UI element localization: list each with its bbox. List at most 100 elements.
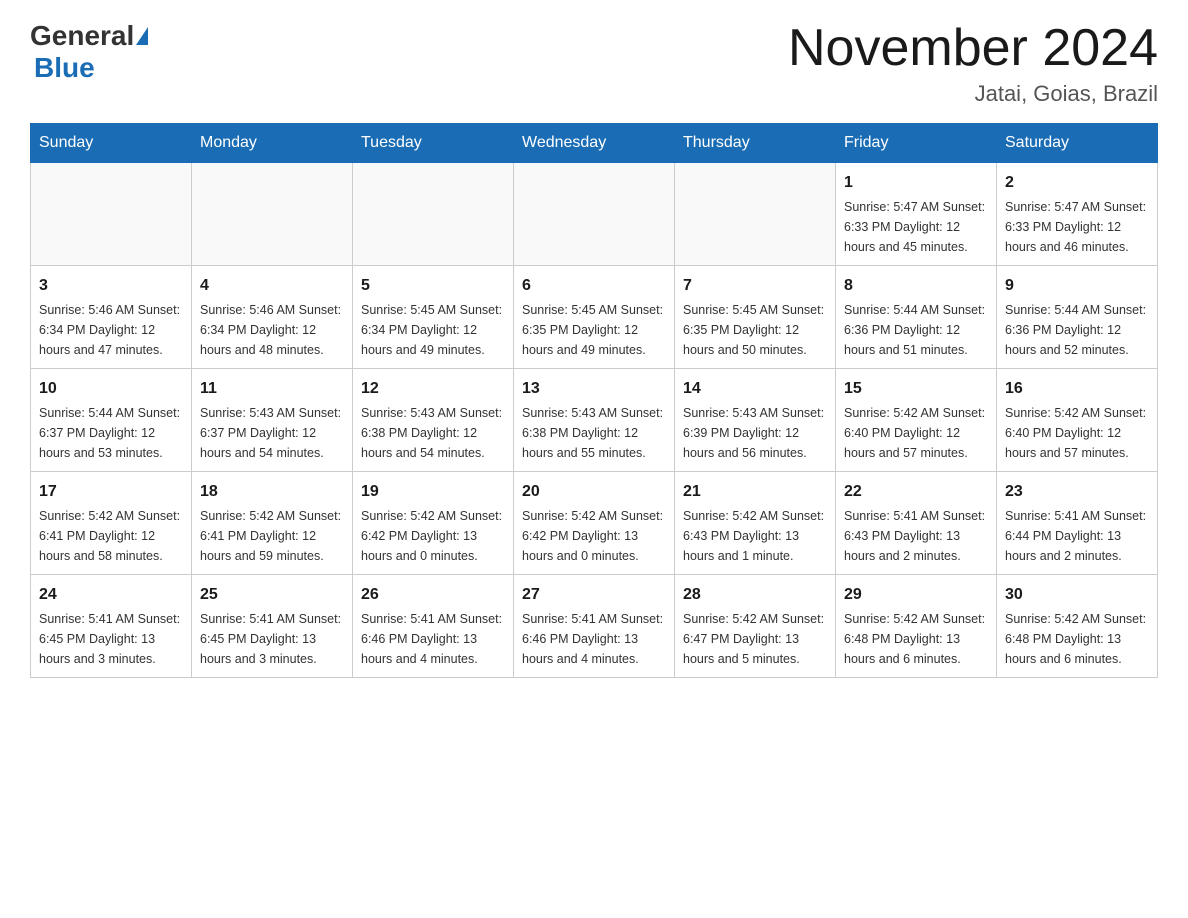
day-number: 11 bbox=[200, 377, 344, 401]
day-number: 5 bbox=[361, 274, 505, 298]
day-info: Sunrise: 5:41 AM Sunset: 6:46 PM Dayligh… bbox=[522, 609, 666, 669]
logo-triangle-icon bbox=[136, 27, 148, 45]
day-number: 2 bbox=[1005, 171, 1149, 195]
calendar-week-row: 1 Sunrise: 5:47 AM Sunset: 6:33 PM Daylig… bbox=[31, 163, 1158, 266]
calendar-day-cell bbox=[675, 163, 836, 266]
day-number: 28 bbox=[683, 583, 827, 607]
logo-blue-text: Blue bbox=[34, 52, 95, 84]
weekday-header-monday: Monday bbox=[192, 124, 353, 163]
weekday-header-thursday: Thursday bbox=[675, 124, 836, 163]
day-info: Sunrise: 5:42 AM Sunset: 6:42 PM Dayligh… bbox=[361, 506, 505, 566]
day-info: Sunrise: 5:44 AM Sunset: 6:36 PM Dayligh… bbox=[844, 300, 988, 360]
day-number: 23 bbox=[1005, 480, 1149, 504]
calendar-day-cell: 2Sunrise: 5:47 AM Sunset: 6:33 PM Daylig… bbox=[997, 163, 1158, 266]
day-info: Sunrise: 5:47 AM Sunset: 6:33 PM Dayligh… bbox=[1005, 197, 1149, 257]
day-info: Sunrise: 5:43 AM Sunset: 6:38 PM Dayligh… bbox=[522, 403, 666, 463]
calendar-day-cell bbox=[31, 163, 192, 266]
day-info: Sunrise: 5:42 AM Sunset: 6:40 PM Dayligh… bbox=[1005, 403, 1149, 463]
day-number: 1 bbox=[844, 171, 988, 195]
calendar-day-cell bbox=[514, 163, 675, 266]
calendar-day-cell: 12Sunrise: 5:43 AM Sunset: 6:38 PM Dayli… bbox=[353, 369, 514, 472]
day-number: 14 bbox=[683, 377, 827, 401]
day-info: Sunrise: 5:42 AM Sunset: 6:41 PM Dayligh… bbox=[39, 506, 183, 566]
calendar-day-cell: 28Sunrise: 5:42 AM Sunset: 6:47 PM Dayli… bbox=[675, 575, 836, 678]
calendar-day-cell: 22Sunrise: 5:41 AM Sunset: 6:43 PM Dayli… bbox=[836, 472, 997, 575]
day-info: Sunrise: 5:42 AM Sunset: 6:48 PM Dayligh… bbox=[844, 609, 988, 669]
calendar-day-cell: 4Sunrise: 5:46 AM Sunset: 6:34 PM Daylig… bbox=[192, 266, 353, 369]
calendar-day-cell: 29Sunrise: 5:42 AM Sunset: 6:48 PM Dayli… bbox=[836, 575, 997, 678]
day-number: 25 bbox=[200, 583, 344, 607]
page-header: General Blue November 2024 Jatai, Goias,… bbox=[30, 20, 1158, 107]
logo-general-text: General bbox=[30, 20, 134, 52]
day-number: 29 bbox=[844, 583, 988, 607]
calendar-header-row: SundayMondayTuesdayWednesdayThursdayFrid… bbox=[31, 124, 1158, 163]
calendar-day-cell: 23Sunrise: 5:41 AM Sunset: 6:44 PM Dayli… bbox=[997, 472, 1158, 575]
day-number: 19 bbox=[361, 480, 505, 504]
month-title: November 2024 bbox=[788, 20, 1158, 77]
calendar-day-cell: 5Sunrise: 5:45 AM Sunset: 6:34 PM Daylig… bbox=[353, 266, 514, 369]
day-info: Sunrise: 5:42 AM Sunset: 6:41 PM Dayligh… bbox=[200, 506, 344, 566]
weekday-header-sunday: Sunday bbox=[31, 124, 192, 163]
day-info: Sunrise: 5:41 AM Sunset: 6:44 PM Dayligh… bbox=[1005, 506, 1149, 566]
day-info: Sunrise: 5:42 AM Sunset: 6:42 PM Dayligh… bbox=[522, 506, 666, 566]
day-number: 16 bbox=[1005, 377, 1149, 401]
day-number: 7 bbox=[683, 274, 827, 298]
calendar-day-cell: 1Sunrise: 5:47 AM Sunset: 6:33 PM Daylig… bbox=[836, 163, 997, 266]
day-number: 6 bbox=[522, 274, 666, 298]
calendar-day-cell: 24Sunrise: 5:41 AM Sunset: 6:45 PM Dayli… bbox=[31, 575, 192, 678]
location-title: Jatai, Goias, Brazil bbox=[788, 81, 1158, 107]
calendar-day-cell: 25Sunrise: 5:41 AM Sunset: 6:45 PM Dayli… bbox=[192, 575, 353, 678]
calendar-day-cell bbox=[192, 163, 353, 266]
calendar-day-cell: 30Sunrise: 5:42 AM Sunset: 6:48 PM Dayli… bbox=[997, 575, 1158, 678]
calendar-day-cell: 13Sunrise: 5:43 AM Sunset: 6:38 PM Dayli… bbox=[514, 369, 675, 472]
calendar-day-cell: 16Sunrise: 5:42 AM Sunset: 6:40 PM Dayli… bbox=[997, 369, 1158, 472]
calendar-week-row: 17Sunrise: 5:42 AM Sunset: 6:41 PM Dayli… bbox=[31, 472, 1158, 575]
day-info: Sunrise: 5:42 AM Sunset: 6:40 PM Dayligh… bbox=[844, 403, 988, 463]
day-number: 3 bbox=[39, 274, 183, 298]
calendar-week-row: 3Sunrise: 5:46 AM Sunset: 6:34 PM Daylig… bbox=[31, 266, 1158, 369]
day-number: 20 bbox=[522, 480, 666, 504]
day-number: 12 bbox=[361, 377, 505, 401]
day-info: Sunrise: 5:41 AM Sunset: 6:46 PM Dayligh… bbox=[361, 609, 505, 669]
day-info: Sunrise: 5:46 AM Sunset: 6:34 PM Dayligh… bbox=[39, 300, 183, 360]
title-section: November 2024 Jatai, Goias, Brazil bbox=[788, 20, 1158, 107]
day-number: 8 bbox=[844, 274, 988, 298]
day-info: Sunrise: 5:46 AM Sunset: 6:34 PM Dayligh… bbox=[200, 300, 344, 360]
day-info: Sunrise: 5:42 AM Sunset: 6:43 PM Dayligh… bbox=[683, 506, 827, 566]
day-info: Sunrise: 5:45 AM Sunset: 6:34 PM Dayligh… bbox=[361, 300, 505, 360]
calendar-day-cell: 18Sunrise: 5:42 AM Sunset: 6:41 PM Dayli… bbox=[192, 472, 353, 575]
calendar-week-row: 10Sunrise: 5:44 AM Sunset: 6:37 PM Dayli… bbox=[31, 369, 1158, 472]
day-number: 15 bbox=[844, 377, 988, 401]
calendar-day-cell: 9Sunrise: 5:44 AM Sunset: 6:36 PM Daylig… bbox=[997, 266, 1158, 369]
day-number: 10 bbox=[39, 377, 183, 401]
weekday-header-wednesday: Wednesday bbox=[514, 124, 675, 163]
calendar-day-cell: 14Sunrise: 5:43 AM Sunset: 6:39 PM Dayli… bbox=[675, 369, 836, 472]
day-info: Sunrise: 5:43 AM Sunset: 6:39 PM Dayligh… bbox=[683, 403, 827, 463]
weekday-header-friday: Friday bbox=[836, 124, 997, 163]
logo: General Blue bbox=[30, 20, 148, 84]
day-number: 13 bbox=[522, 377, 666, 401]
calendar-day-cell: 17Sunrise: 5:42 AM Sunset: 6:41 PM Dayli… bbox=[31, 472, 192, 575]
day-number: 9 bbox=[1005, 274, 1149, 298]
calendar-day-cell: 27Sunrise: 5:41 AM Sunset: 6:46 PM Dayli… bbox=[514, 575, 675, 678]
day-info: Sunrise: 5:45 AM Sunset: 6:35 PM Dayligh… bbox=[522, 300, 666, 360]
day-info: Sunrise: 5:43 AM Sunset: 6:37 PM Dayligh… bbox=[200, 403, 344, 463]
weekday-header-tuesday: Tuesday bbox=[353, 124, 514, 163]
calendar-day-cell bbox=[353, 163, 514, 266]
day-number: 17 bbox=[39, 480, 183, 504]
calendar-day-cell: 21Sunrise: 5:42 AM Sunset: 6:43 PM Dayli… bbox=[675, 472, 836, 575]
day-info: Sunrise: 5:45 AM Sunset: 6:35 PM Dayligh… bbox=[683, 300, 827, 360]
day-info: Sunrise: 5:41 AM Sunset: 6:45 PM Dayligh… bbox=[39, 609, 183, 669]
day-info: Sunrise: 5:42 AM Sunset: 6:47 PM Dayligh… bbox=[683, 609, 827, 669]
day-number: 24 bbox=[39, 583, 183, 607]
calendar-day-cell: 8Sunrise: 5:44 AM Sunset: 6:36 PM Daylig… bbox=[836, 266, 997, 369]
calendar-day-cell: 15Sunrise: 5:42 AM Sunset: 6:40 PM Dayli… bbox=[836, 369, 997, 472]
day-info: Sunrise: 5:44 AM Sunset: 6:36 PM Dayligh… bbox=[1005, 300, 1149, 360]
day-number: 18 bbox=[200, 480, 344, 504]
calendar-day-cell: 10Sunrise: 5:44 AM Sunset: 6:37 PM Dayli… bbox=[31, 369, 192, 472]
day-info: Sunrise: 5:41 AM Sunset: 6:45 PM Dayligh… bbox=[200, 609, 344, 669]
calendar-day-cell: 20Sunrise: 5:42 AM Sunset: 6:42 PM Dayli… bbox=[514, 472, 675, 575]
calendar-day-cell: 19Sunrise: 5:42 AM Sunset: 6:42 PM Dayli… bbox=[353, 472, 514, 575]
calendar-table: SundayMondayTuesdayWednesdayThursdayFrid… bbox=[30, 123, 1158, 678]
day-number: 30 bbox=[1005, 583, 1149, 607]
